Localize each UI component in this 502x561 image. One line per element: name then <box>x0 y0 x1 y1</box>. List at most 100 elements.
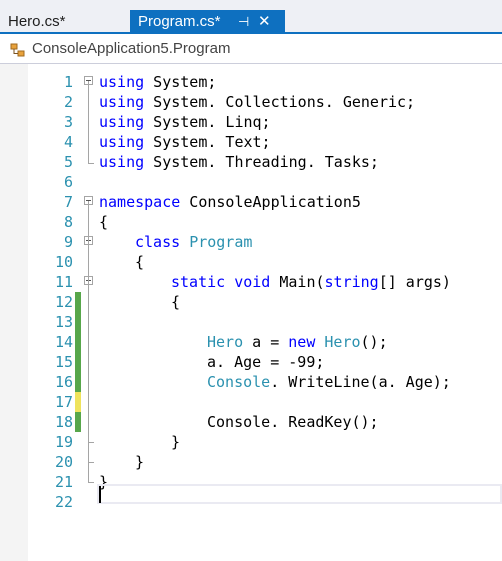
change-marker-saved <box>75 372 81 392</box>
change-marker-saved <box>75 412 81 432</box>
code-line[interactable]: 8{ <box>0 212 502 232</box>
code-token: System. Collections. Generic; <box>144 93 416 111</box>
code-text: class Program <box>135 232 252 252</box>
code-line[interactable]: 19} <box>0 432 502 452</box>
code-token: a. Age = -99; <box>207 353 325 371</box>
close-icon[interactable]: ✕ <box>258 10 271 34</box>
code-token: { <box>171 293 181 311</box>
class-icon <box>10 43 25 57</box>
code-line[interactable]: 4 using System. Text; <box>0 132 502 152</box>
outline-guide <box>88 462 94 463</box>
code-token: } <box>135 453 145 471</box>
code-text: a. Age = -99; <box>207 352 324 372</box>
outline-guide <box>88 442 94 443</box>
code-token: (); <box>360 333 388 351</box>
code-token: System; <box>144 73 217 91</box>
pin-icon[interactable]: ⊣ <box>238 10 249 34</box>
code-line[interactable]: 18 Console. ReadKey(); <box>0 412 502 432</box>
type-token: Console <box>207 373 271 391</box>
code-line[interactable]: 2 using System. Collections. Generic; <box>0 92 502 112</box>
line-number: 9 <box>63 233 73 251</box>
keyword-token: static <box>171 273 226 291</box>
keyword-token: void <box>234 273 271 291</box>
code-line[interactable]: 3 using System. Linq; <box>0 112 502 132</box>
code-token: Main( <box>270 273 325 291</box>
tab-program-cs[interactable]: Program.cs* ⊣ ✕ <box>130 10 285 34</box>
code-line[interactable]: 9 class Program <box>0 232 502 252</box>
outline-guide <box>88 81 89 163</box>
code-token: . WriteLine(a. Age); <box>270 373 451 391</box>
type-token: Hero <box>207 333 244 351</box>
outline-guide <box>88 482 94 483</box>
tab-label: Program.cs* <box>138 13 221 30</box>
code-line[interactable]: 20} <box>0 452 502 472</box>
navigation-bar[interactable]: ConsoleApplication5.Program <box>0 36 502 64</box>
line-number: 16 <box>54 373 73 391</box>
line-number: 10 <box>54 253 73 271</box>
code-text: { <box>171 292 180 312</box>
code-line[interactable]: 7 namespace ConsoleApplication5 <box>0 192 502 212</box>
code-line[interactable]: 14 Hero a = new Hero(); <box>0 332 502 352</box>
change-marker-unsaved <box>75 392 81 412</box>
outline-guide <box>88 281 89 442</box>
line-number: 7 <box>63 193 73 211</box>
line-number: 15 <box>54 353 73 371</box>
line-number: 21 <box>54 473 73 491</box>
tab-hero-cs[interactable]: Hero.cs* <box>0 10 130 34</box>
code-text: } <box>135 452 144 472</box>
type-token: Program <box>189 233 253 251</box>
change-marker-saved <box>75 312 81 332</box>
code-line[interactable]: 13 <box>0 312 502 332</box>
keyword-token: using <box>99 93 145 111</box>
code-line[interactable]: 17 <box>0 392 502 412</box>
line-number: 3 <box>63 113 73 131</box>
keyword-token: namespace <box>99 193 181 211</box>
code-line[interactable]: 5 using System. Threading. Tasks; <box>0 152 502 172</box>
code-line[interactable]: 6 <box>0 172 502 192</box>
code-text: { <box>135 252 144 272</box>
code-token: { <box>99 213 109 231</box>
code-line[interactable]: 1 using System; <box>0 72 502 92</box>
code-token: } <box>171 433 181 451</box>
keyword-token: using <box>99 133 145 151</box>
outline-guide <box>88 163 94 164</box>
code-text: static void Main(string[] args) <box>171 272 451 292</box>
code-line[interactable]: 11 static void Main(string[] args) <box>0 272 502 292</box>
change-marker-saved <box>75 332 81 352</box>
line-number: 17 <box>54 393 73 411</box>
current-line-highlight <box>97 484 502 504</box>
code-text: namespace ConsoleApplication5 <box>99 192 361 212</box>
code-token: System. Threading. Tasks; <box>144 153 379 171</box>
keyword-token: class <box>135 233 181 251</box>
code-text: Console. ReadKey(); <box>207 412 379 432</box>
line-number: 13 <box>54 313 73 331</box>
keyword-token: using <box>99 153 145 171</box>
line-number: 4 <box>63 133 73 151</box>
line-number: 2 <box>63 93 73 111</box>
tab-strip: Hero.cs* Program.cs* ⊣ ✕ <box>0 0 502 34</box>
code-token: { <box>135 253 145 271</box>
change-marker-saved <box>75 352 81 372</box>
keyword-token: using <box>99 113 145 131</box>
code-line[interactable]: 10 { <box>0 252 502 272</box>
code-text: using System. Collections. Generic; <box>99 92 415 112</box>
code-text: using System; <box>99 72 216 92</box>
code-line[interactable]: 16 Console. WriteLine(a. Age); <box>0 372 502 392</box>
type-token: Hero <box>324 333 361 351</box>
nav-type-label: ConsoleApplication5.Program <box>32 40 231 57</box>
code-token: System. Linq; <box>144 113 271 131</box>
keyword-token: new <box>288 333 316 351</box>
code-text: { <box>99 212 108 232</box>
code-text: Hero a = new Hero(); <box>207 332 388 352</box>
line-number: 11 <box>54 273 73 291</box>
code-line[interactable]: 15 a. Age = -99; <box>0 352 502 372</box>
code-text: Console. WriteLine(a. Age); <box>207 372 451 392</box>
line-number: 6 <box>63 173 73 191</box>
code-line[interactable]: 12 { <box>0 292 502 312</box>
code-token: System. Text; <box>144 133 271 151</box>
line-number: 14 <box>54 333 73 351</box>
line-number: 18 <box>54 413 73 431</box>
code-token: ConsoleApplication5 <box>180 193 361 211</box>
